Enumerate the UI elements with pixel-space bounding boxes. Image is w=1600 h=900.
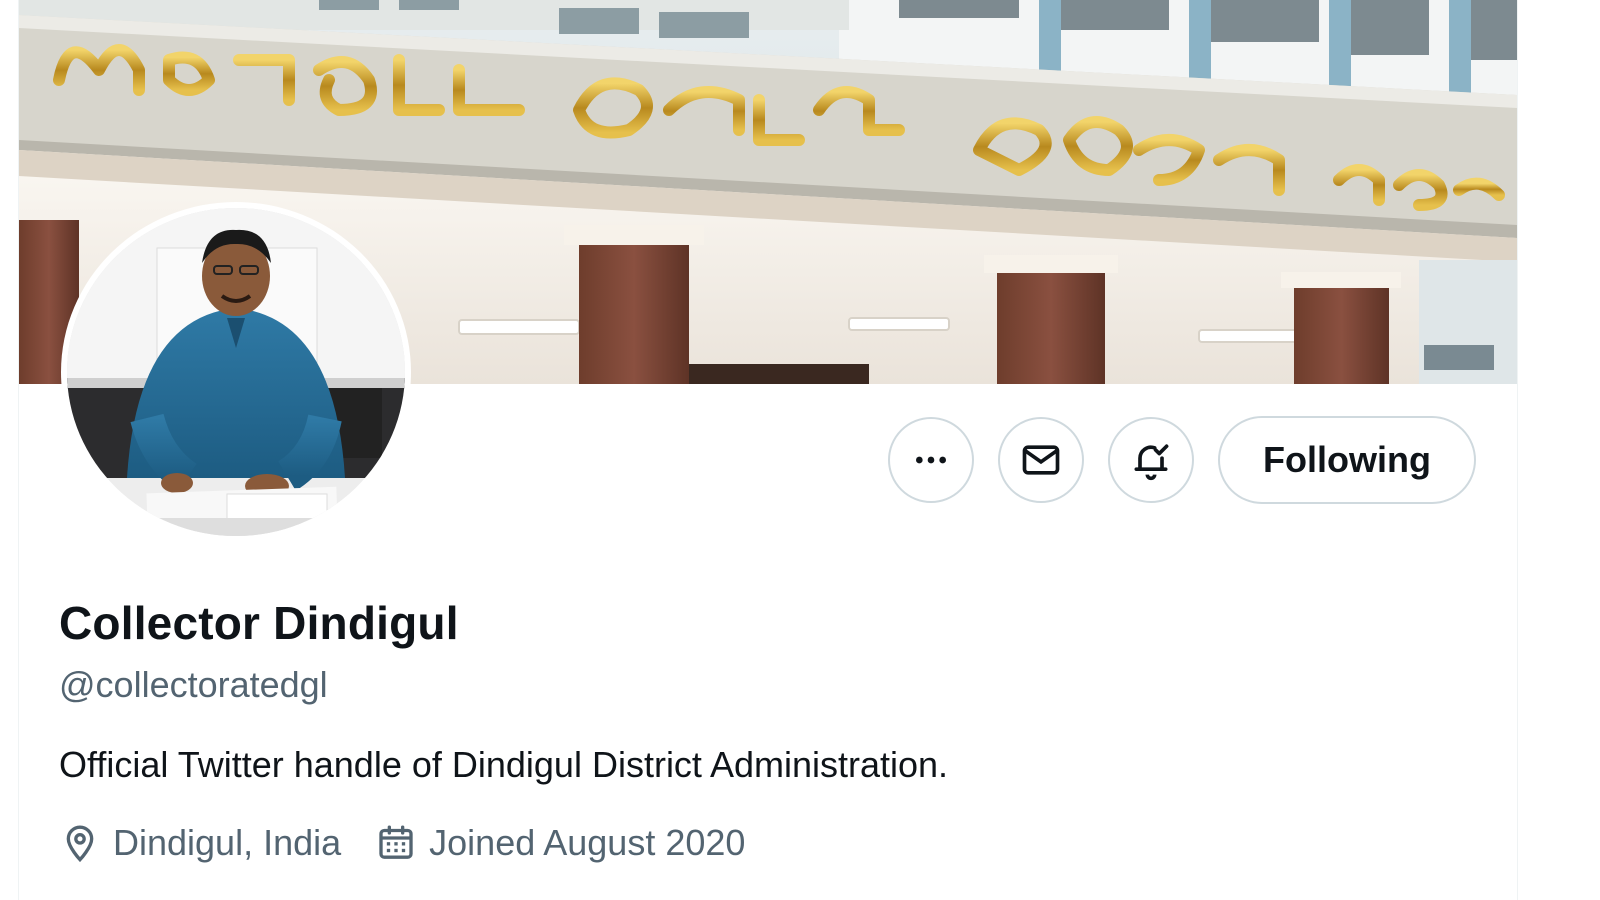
bell-check-icon [1134, 444, 1169, 481]
following-button[interactable]: Following [1218, 416, 1476, 504]
profile-location: Dindigul, India [59, 822, 341, 864]
message-button[interactable] [998, 417, 1084, 503]
profile-location-text: Dindigul, India [113, 822, 342, 863]
profile-display-name: Collector Dindigul [59, 597, 459, 649]
more-button[interactable] [888, 417, 974, 503]
profile-joined: Joined August 2020 [375, 822, 745, 864]
mail-icon [1022, 445, 1060, 475]
avatar-photo [67, 208, 405, 536]
profile-bio: Official Twitter handle of Dindigul Dist… [59, 744, 949, 785]
location-pin-icon [59, 822, 101, 864]
profile-meta: Dindigul, India Joined August 2020 [59, 822, 779, 864]
profile-avatar[interactable] [61, 202, 411, 542]
profile-actions: Following [888, 416, 1476, 504]
profile-handle: @collectoratedgl [59, 664, 328, 705]
notifications-button[interactable] [1108, 417, 1194, 503]
calendar-icon [375, 822, 417, 864]
following-button-label: Following [1263, 439, 1431, 480]
more-horizontal-icon [916, 456, 946, 464]
profile-card: Following Collector Dindigul @collectora… [18, 0, 1518, 900]
profile-joined-text: Joined August 2020 [429, 822, 746, 863]
viewport: Following Collector Dindigul @collectora… [0, 0, 1600, 900]
